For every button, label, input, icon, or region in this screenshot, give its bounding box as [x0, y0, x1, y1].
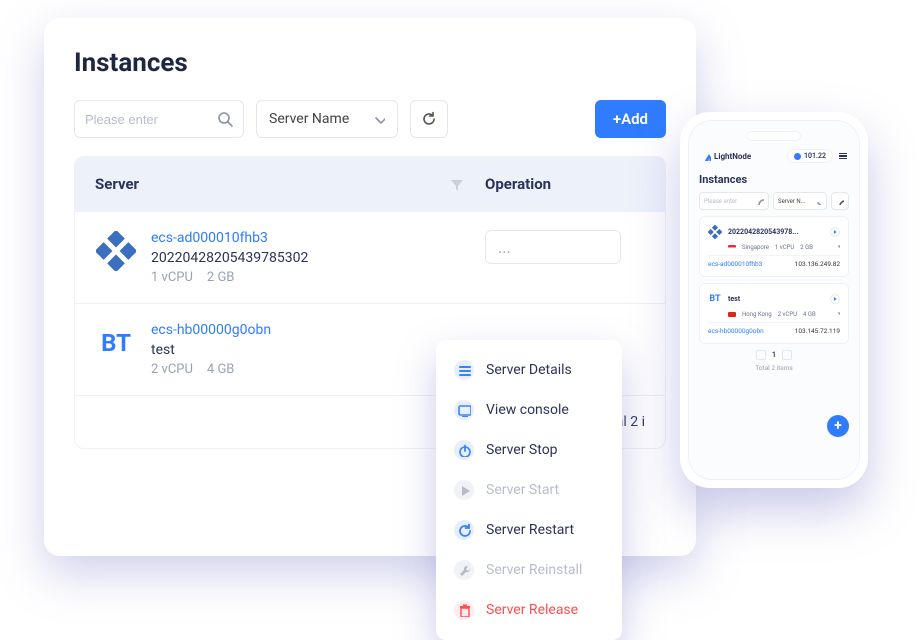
phone-total: Total 2 items: [699, 364, 849, 372]
header-server: Server: [95, 175, 139, 193]
menu-icon[interactable]: [839, 153, 847, 160]
menu-server-reinstall: Server Reinstall: [436, 550, 622, 590]
balance-value: 101.22: [804, 152, 826, 160]
phone-cpu: 1 vCPU: [775, 244, 794, 251]
refresh-button[interactable]: [410, 100, 448, 138]
menu-server-stop[interactable]: Server Stop: [436, 430, 622, 470]
phone-region: Singapore: [742, 244, 769, 251]
menu-item-label: View console: [486, 402, 569, 418]
phone-add-fab[interactable]: +: [827, 415, 849, 437]
menu-server-start: Server Start: [436, 470, 622, 510]
phone-notch: [747, 131, 801, 141]
phone-ip: 103.136.249.82: [795, 260, 840, 268]
phone-toolbar: Please enter Server N...: [699, 192, 849, 210]
instance-name: test: [151, 342, 271, 358]
instance-specs: 1 vCPU2 GB: [151, 270, 308, 285]
search-input-wrap[interactable]: [74, 100, 244, 138]
filter-select-label: Server Name: [269, 111, 349, 127]
chevron-right-icon[interactable]: [834, 243, 840, 251]
dots-icon: ...: [498, 238, 511, 257]
search-icon: [217, 111, 233, 127]
restart-icon: [454, 520, 474, 540]
menu-item-label: Server Stop: [486, 442, 558, 458]
operation-menu-button[interactable]: ...: [485, 230, 621, 264]
balance-pill[interactable]: 101.22: [787, 149, 833, 163]
menu-item-label: Server Reinstall: [486, 562, 582, 578]
page-prev[interactable]: [756, 350, 766, 360]
instance-link[interactable]: ecs-ad000010fhb3: [151, 230, 308, 246]
header-operation: Operation: [485, 175, 551, 193]
phone-search-input[interactable]: Please enter: [699, 192, 769, 210]
phone-cpu: 2 vCPU: [778, 311, 797, 318]
phone-refresh-button[interactable]: [831, 192, 849, 210]
phone-instance-name: test: [728, 295, 824, 303]
phone-instance-link[interactable]: ecs-hb00000g0obn: [708, 327, 764, 335]
menu-server-details[interactable]: Server Details: [436, 350, 622, 390]
phone-select-label: Server N...: [778, 198, 805, 205]
flag-icon: [728, 312, 736, 317]
phone-play-button[interactable]: [830, 294, 840, 304]
search-icon: [757, 198, 764, 205]
phone-instance-name: 2022042820543978...: [728, 228, 824, 236]
instance-specs: 2 vCPU4 GB: [151, 362, 271, 377]
phone-instance-link[interactable]: ecs-ad000010fhb3: [708, 260, 762, 268]
instance-link[interactable]: ecs-hb00000g0obn: [151, 322, 271, 338]
console-icon: [454, 400, 474, 420]
wrench-icon: [454, 560, 474, 580]
list-icon: [454, 360, 474, 380]
brand: LightNode: [701, 151, 751, 161]
phone-ram: 2 GB: [800, 244, 813, 251]
phone-topbar: LightNode 101.22: [699, 147, 849, 169]
phone-ip: 103.145.72.119: [795, 327, 840, 335]
centos-icon: [708, 225, 722, 239]
phone-instance-card: BT test Hong Kong 2 vCPU 4 GB ecs-hb0000…: [699, 283, 849, 344]
add-button-label: +Add: [613, 110, 648, 128]
phone-search-placeholder: Please enter: [704, 198, 737, 205]
menu-server-restart[interactable]: Server Restart: [436, 510, 622, 550]
phone-region: Hong Kong: [742, 311, 772, 318]
phone-play-button[interactable]: [830, 227, 840, 237]
phone-pagination: 1: [699, 350, 849, 360]
toolbar: Server Name +Add: [74, 100, 666, 138]
bt-icon: BT: [95, 322, 137, 364]
instance-name: 20220428205439785302: [151, 250, 308, 266]
power-icon: [454, 440, 474, 460]
menu-item-label: Server Details: [486, 362, 572, 378]
page-next[interactable]: [782, 350, 792, 360]
table-row: ecs-ad000010fhb3 20220428205439785302 1 …: [75, 211, 665, 303]
play-icon: [454, 480, 474, 500]
page-title: Instances: [74, 48, 666, 78]
trash-icon: [454, 600, 474, 620]
add-button[interactable]: +Add: [595, 100, 666, 138]
bt-icon: BT: [708, 292, 722, 306]
currency-icon: [794, 153, 801, 160]
menu-item-label: Server Start: [486, 482, 559, 498]
filter-icon[interactable]: [449, 177, 463, 191]
phone-ram: 4 GB: [803, 311, 816, 318]
menu-server-release[interactable]: Server Release: [436, 590, 622, 630]
page-number: 1: [772, 351, 776, 359]
table-header: Server Operation: [75, 157, 665, 211]
chevron-down-icon: [815, 198, 822, 205]
refresh-icon: [421, 111, 437, 127]
chevron-right-icon[interactable]: [834, 310, 840, 318]
flag-icon: [728, 245, 736, 250]
phone-mock: LightNode 101.22 Instances Please enter …: [680, 112, 868, 488]
phone-instance-card: 2022042820543978... Singapore 1 vCPU 2 G…: [699, 216, 849, 277]
phone-page-title: Instances: [699, 173, 849, 186]
operation-action-menu: Server Details View console Server Stop …: [436, 340, 622, 640]
search-input[interactable]: [85, 112, 205, 127]
phone-filter-select[interactable]: Server N...: [773, 192, 827, 210]
logo-icon: [701, 151, 711, 161]
filter-select[interactable]: Server Name: [256, 100, 398, 138]
menu-item-label: Server Restart: [486, 522, 574, 538]
menu-item-label: Server Release: [486, 602, 578, 618]
refresh-icon: [837, 198, 844, 205]
menu-view-console[interactable]: View console: [436, 390, 622, 430]
chevron-down-icon: [373, 113, 385, 125]
centos-icon: [95, 230, 137, 272]
brand-label: LightNode: [714, 152, 751, 161]
